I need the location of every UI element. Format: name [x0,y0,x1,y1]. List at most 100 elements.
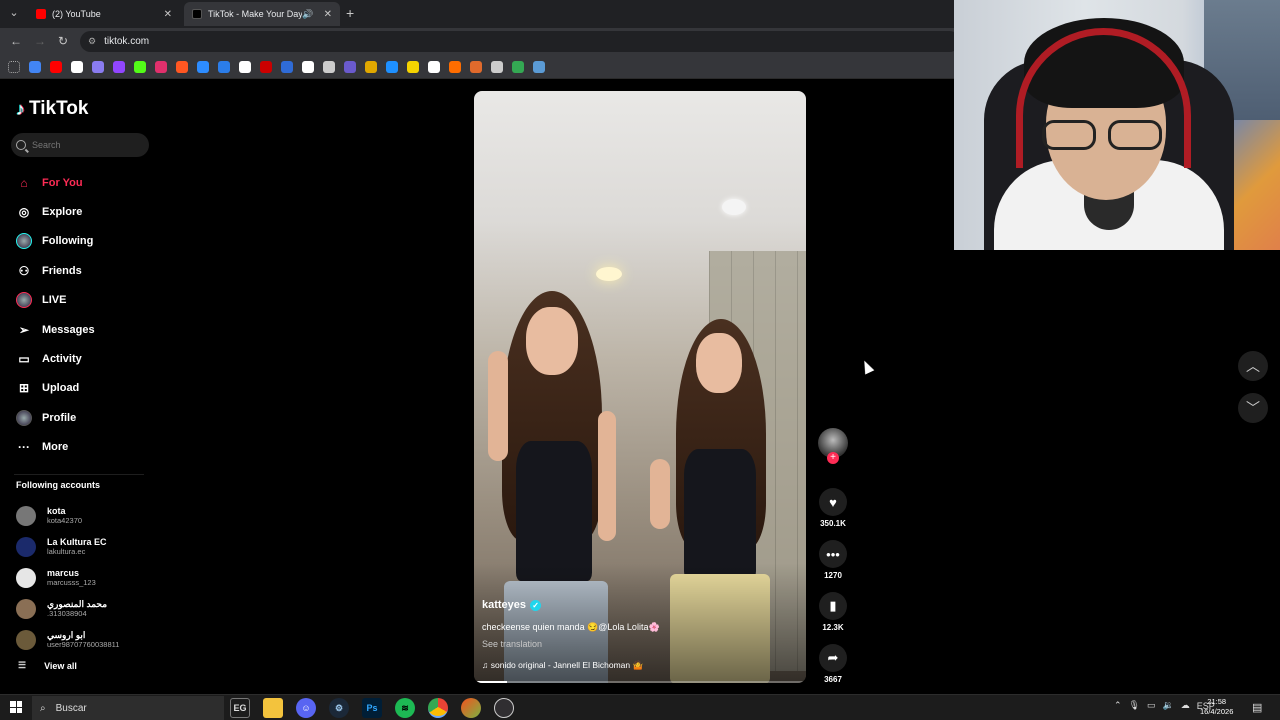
bookmark-favicon-icon[interactable] [386,60,398,73]
network-icon[interactable]: ▭ [1147,700,1156,711]
sidebar-item-explore[interactable]: ◎ Explore [16,197,146,226]
sidebar-item-for-you[interactable]: ⌂ For You [16,168,146,197]
previous-video-chevron-up-icon[interactable]: ︿ [1238,351,1268,381]
site-info-icon[interactable]: ⚙ [88,36,96,47]
spotify-icon[interactable]: ≋ [395,698,415,718]
bookmark-favicon-icon[interactable] [449,60,461,73]
bookmark-favicon-icon[interactable] [281,60,293,73]
file-explorer-icon[interactable] [263,698,283,718]
sidebar-item-messages[interactable]: ➢ Messages [16,315,146,344]
search-box[interactable] [11,133,149,157]
account-item[interactable]: La Kultura EC lakultura.ec [16,531,146,562]
volume-icon[interactable]: 🔉 [1163,700,1174,711]
taskbar-clock[interactable]: 21:58 16/4/2026 [1200,697,1233,717]
video-progress-fill [474,681,508,683]
sidebar-item-following[interactable]: Following [16,227,146,256]
creator-avatar[interactable]: + [818,428,848,464]
torrent-app-icon[interactable] [461,698,481,718]
new-tab-plus-icon[interactable]: + [346,5,354,21]
microphone-icon[interactable]: 🎙 [1129,700,1140,711]
sidebar-divider [14,474,144,475]
bookmark-icon[interactable]: ▮ [819,592,847,620]
list-icon: ☰ [18,660,27,670]
windows-start-icon[interactable] [10,701,22,713]
bookmark-favicon-icon[interactable] [365,60,377,73]
bookmark-favicon-icon[interactable] [533,60,545,73]
bookmark-favicon-icon[interactable] [260,60,272,73]
see-translation-link[interactable]: See translation [482,639,542,649]
taskbar-search[interactable]: ⌕ Buscar [32,696,224,720]
forward-arrow-icon[interactable]: → [34,34,46,48]
bookmark-favicon-icon[interactable] [92,60,104,73]
apps-grid-icon[interactable] [8,60,20,73]
account-handle: .313038904 [47,608,87,618]
bookmark-favicon-icon[interactable] [407,60,419,73]
epic-games-icon[interactable]: EG [230,698,250,718]
search-input[interactable] [32,140,142,150]
heart-icon[interactable]: ♥ [819,488,847,516]
like-action: ♥ 350.1K [816,488,850,528]
bookmark-favicon-icon[interactable] [491,60,503,73]
bookmark-favicon-icon[interactable] [470,60,482,73]
video-author[interactable]: katteyes ✓ [482,599,542,611]
obs-icon[interactable] [494,698,514,718]
account-item[interactable]: ابو اروسي user9870776003881​1 [16,624,146,655]
bookmark-favicon-icon[interactable] [197,60,209,73]
bookmark-favicon-icon[interactable] [302,60,314,73]
sidebar-item-label: For You [42,176,83,189]
account-item[interactable]: marcus marcusss_123 [16,562,146,593]
next-video-chevron-down-icon[interactable]: ﹀ [1238,393,1268,423]
bookmark-favicon-icon[interactable] [239,60,251,73]
bookmark-favicon-icon[interactable] [218,60,230,73]
windows-taskbar: ⌕ Buscar EG ☺ ⚙ Ps ≋ ⌃ 🎙 ▭ 🔉 ☁ ESP 21:58… [0,694,1280,720]
share-count: 3667 [824,675,842,684]
tab-search-chevron-icon[interactable]: ⌄ [6,5,22,21]
comment-bubble-icon[interactable]: ••• [819,540,847,568]
reload-icon[interactable]: ↻ [58,34,68,48]
video-progress-bar[interactable] [474,681,806,683]
account-item[interactable]: محمد المنصوري .313038904 [16,593,146,624]
onedrive-icon[interactable]: ☁ [1181,700,1190,711]
sidebar-item-profile[interactable]: Profile [16,403,146,432]
bookmark-favicon-icon[interactable] [113,60,125,73]
account-name: marcus [47,567,80,578]
tab-tiktok[interactable]: TikTok - Make Your Day 🔊 ✕ [184,2,340,26]
bookmark-favicon-icon[interactable] [512,60,524,73]
bookmark-favicon-icon[interactable] [323,60,335,73]
tiktok-logo[interactable]: ♪ TikTok [16,98,88,120]
photoshop-icon[interactable]: Ps [362,698,382,718]
music-link[interactable]: ♫ sonido original - Jannell El Bichoman … [482,660,643,671]
follow-plus-icon[interactable]: + [827,452,839,464]
bookmark-favicon-icon[interactable] [29,60,41,73]
bookmark-favicon-icon[interactable] [344,60,356,73]
bookmark-favicon-icon[interactable] [428,60,440,73]
back-arrow-icon[interactable]: ← [10,34,22,48]
sidebar-item-live[interactable]: LIVE [16,286,146,315]
account-item[interactable]: kota kota42370 [16,500,146,531]
share-arrow-icon[interactable]: ➦ [819,644,847,672]
sidebar-item-more[interactable]: ··· More [16,433,146,462]
sidebar-item-activity[interactable]: ▭ Activity [16,344,146,373]
chrome-icon[interactable] [428,698,448,718]
tab-youtube[interactable]: (2) YouTube ✕ [28,2,180,26]
steam-icon[interactable]: ⚙ [329,698,349,718]
account-name: kota [47,505,66,516]
bookmark-favicon-icon[interactable] [71,60,83,73]
url-field[interactable]: ⚙ tiktok.com [80,31,960,52]
view-all-link[interactable]: ☰ View all [18,660,77,671]
close-tab-icon[interactable]: ✕ [324,9,332,20]
bookmark-favicon-icon[interactable] [176,60,188,73]
close-tab-icon[interactable]: ✕ [164,9,172,20]
sidebar-item-friends[interactable]: ⚇ Friends [16,256,146,285]
bookmark-favicon-icon[interactable] [155,60,167,73]
verified-badge-icon: ✓ [530,599,542,611]
speaker-icon[interactable]: 🔊 [302,9,313,20]
tray-chevron-up-icon[interactable]: ⌃ [1114,700,1122,711]
discord-icon[interactable]: ☺ [296,698,316,718]
bookmark-favicon-icon[interactable] [134,60,146,73]
sidebar-item-label: Messages [42,323,95,336]
video-player[interactable]: katteyes ✓ checkeense quien manda 😏@Lola… [474,91,806,683]
notifications-icon[interactable]: ▤ [1252,701,1262,714]
bookmark-favicon-icon[interactable] [50,60,62,73]
sidebar-item-upload[interactable]: ⊞ Upload [16,374,146,403]
